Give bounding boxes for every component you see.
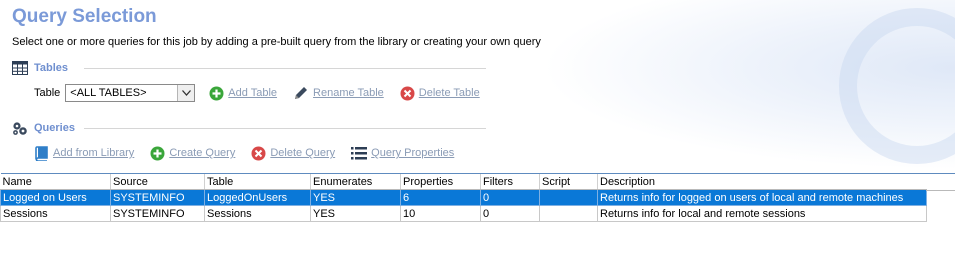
table-grid-icon bbox=[12, 61, 28, 75]
table-select-value: <ALL TABLES> bbox=[70, 87, 147, 99]
column-header-source[interactable]: Source bbox=[110, 173, 205, 190]
cell-filters: 0 bbox=[480, 189, 540, 206]
list-icon bbox=[351, 146, 368, 160]
table-header-row: Name Source Table Enumerates Properties … bbox=[0, 173, 927, 190]
delete-table-button[interactable]: Delete Table bbox=[400, 86, 480, 101]
page-title: Query Selection bbox=[12, 6, 157, 27]
queries-section-header: Queries bbox=[12, 120, 486, 136]
queries-table: Name Source Table Enumerates Properties … bbox=[0, 173, 927, 222]
header-background-art bbox=[540, 0, 955, 170]
tables-toolbar: Table <ALL TABLES> Add Table Rename Tabl… bbox=[34, 83, 480, 103]
book-icon bbox=[34, 145, 49, 161]
cell-name: Sessions bbox=[0, 205, 111, 222]
add-table-label: Add Table bbox=[228, 87, 278, 99]
cell-description: Returns info for logged on users of loca… bbox=[597, 189, 927, 206]
header-decoration bbox=[839, 8, 955, 164]
table-row[interactable]: Sessions SYSTEMINFO Sessions YES 10 0 Re… bbox=[0, 205, 927, 222]
column-header-enumerates[interactable]: Enumerates bbox=[310, 173, 401, 190]
add-table-button[interactable]: Add Table bbox=[209, 86, 277, 101]
column-header-name[interactable]: Name bbox=[0, 173, 111, 190]
delete-query-label: Delete Query bbox=[270, 147, 336, 159]
column-header-filters[interactable]: Filters bbox=[480, 173, 540, 190]
create-query-label: Create Query bbox=[169, 147, 236, 159]
column-header-properties[interactable]: Properties bbox=[400, 173, 481, 190]
rename-table-label: Rename Table bbox=[313, 87, 384, 99]
section-divider bbox=[84, 68, 486, 69]
table-row[interactable]: Logged on Users SYSTEMINFO LoggedOnUsers… bbox=[0, 189, 927, 206]
table-header-filler bbox=[926, 173, 955, 191]
add-from-library-button[interactable]: Add from Library bbox=[34, 145, 135, 161]
cell-table: Sessions bbox=[204, 205, 311, 222]
tables-section-title: Tables bbox=[34, 62, 69, 74]
add-icon bbox=[209, 86, 224, 101]
query-properties-button[interactable]: Query Properties bbox=[351, 146, 455, 160]
column-header-table[interactable]: Table bbox=[204, 173, 311, 190]
delete-icon bbox=[251, 146, 266, 161]
delete-icon bbox=[400, 86, 415, 101]
table-select[interactable]: <ALL TABLES> bbox=[65, 84, 196, 102]
rename-table-button[interactable]: Rename Table bbox=[293, 85, 384, 101]
delete-query-button[interactable]: Delete Query bbox=[251, 146, 335, 161]
add-from-library-label: Add from Library bbox=[53, 147, 135, 159]
query-properties-label: Query Properties bbox=[371, 147, 455, 159]
cell-enumerates: YES bbox=[310, 189, 401, 206]
cell-script bbox=[539, 189, 598, 206]
cell-enumerates: YES bbox=[310, 205, 401, 222]
cell-table: LoggedOnUsers bbox=[204, 189, 311, 206]
chevron-down-icon[interactable] bbox=[177, 85, 195, 101]
tables-section-header: Tables bbox=[12, 60, 486, 76]
queries-section-title: Queries bbox=[34, 122, 75, 134]
column-header-description[interactable]: Description bbox=[597, 173, 927, 190]
page-subtitle: Select one or more queries for this job … bbox=[12, 36, 541, 48]
column-header-script[interactable]: Script bbox=[539, 173, 598, 190]
cell-filters: 0 bbox=[480, 205, 540, 222]
cell-script bbox=[539, 205, 598, 222]
cell-name: Logged on Users bbox=[0, 189, 111, 206]
create-query-button[interactable]: Create Query bbox=[150, 146, 235, 161]
add-icon bbox=[150, 146, 165, 161]
cell-source: SYSTEMINFO bbox=[110, 205, 205, 222]
section-divider bbox=[84, 128, 486, 129]
queries-toolbar: Add from Library Create Query Delete Que… bbox=[34, 144, 454, 162]
cell-properties: 10 bbox=[400, 205, 481, 222]
delete-table-label: Delete Table bbox=[418, 87, 480, 99]
table-label: Table bbox=[34, 87, 61, 99]
cell-description: Returns info for local and remote sessio… bbox=[597, 205, 927, 222]
pencil-icon bbox=[293, 85, 309, 101]
cell-source: SYSTEMINFO bbox=[110, 189, 205, 206]
cell-properties: 6 bbox=[400, 189, 481, 206]
query-gears-icon bbox=[12, 121, 28, 136]
